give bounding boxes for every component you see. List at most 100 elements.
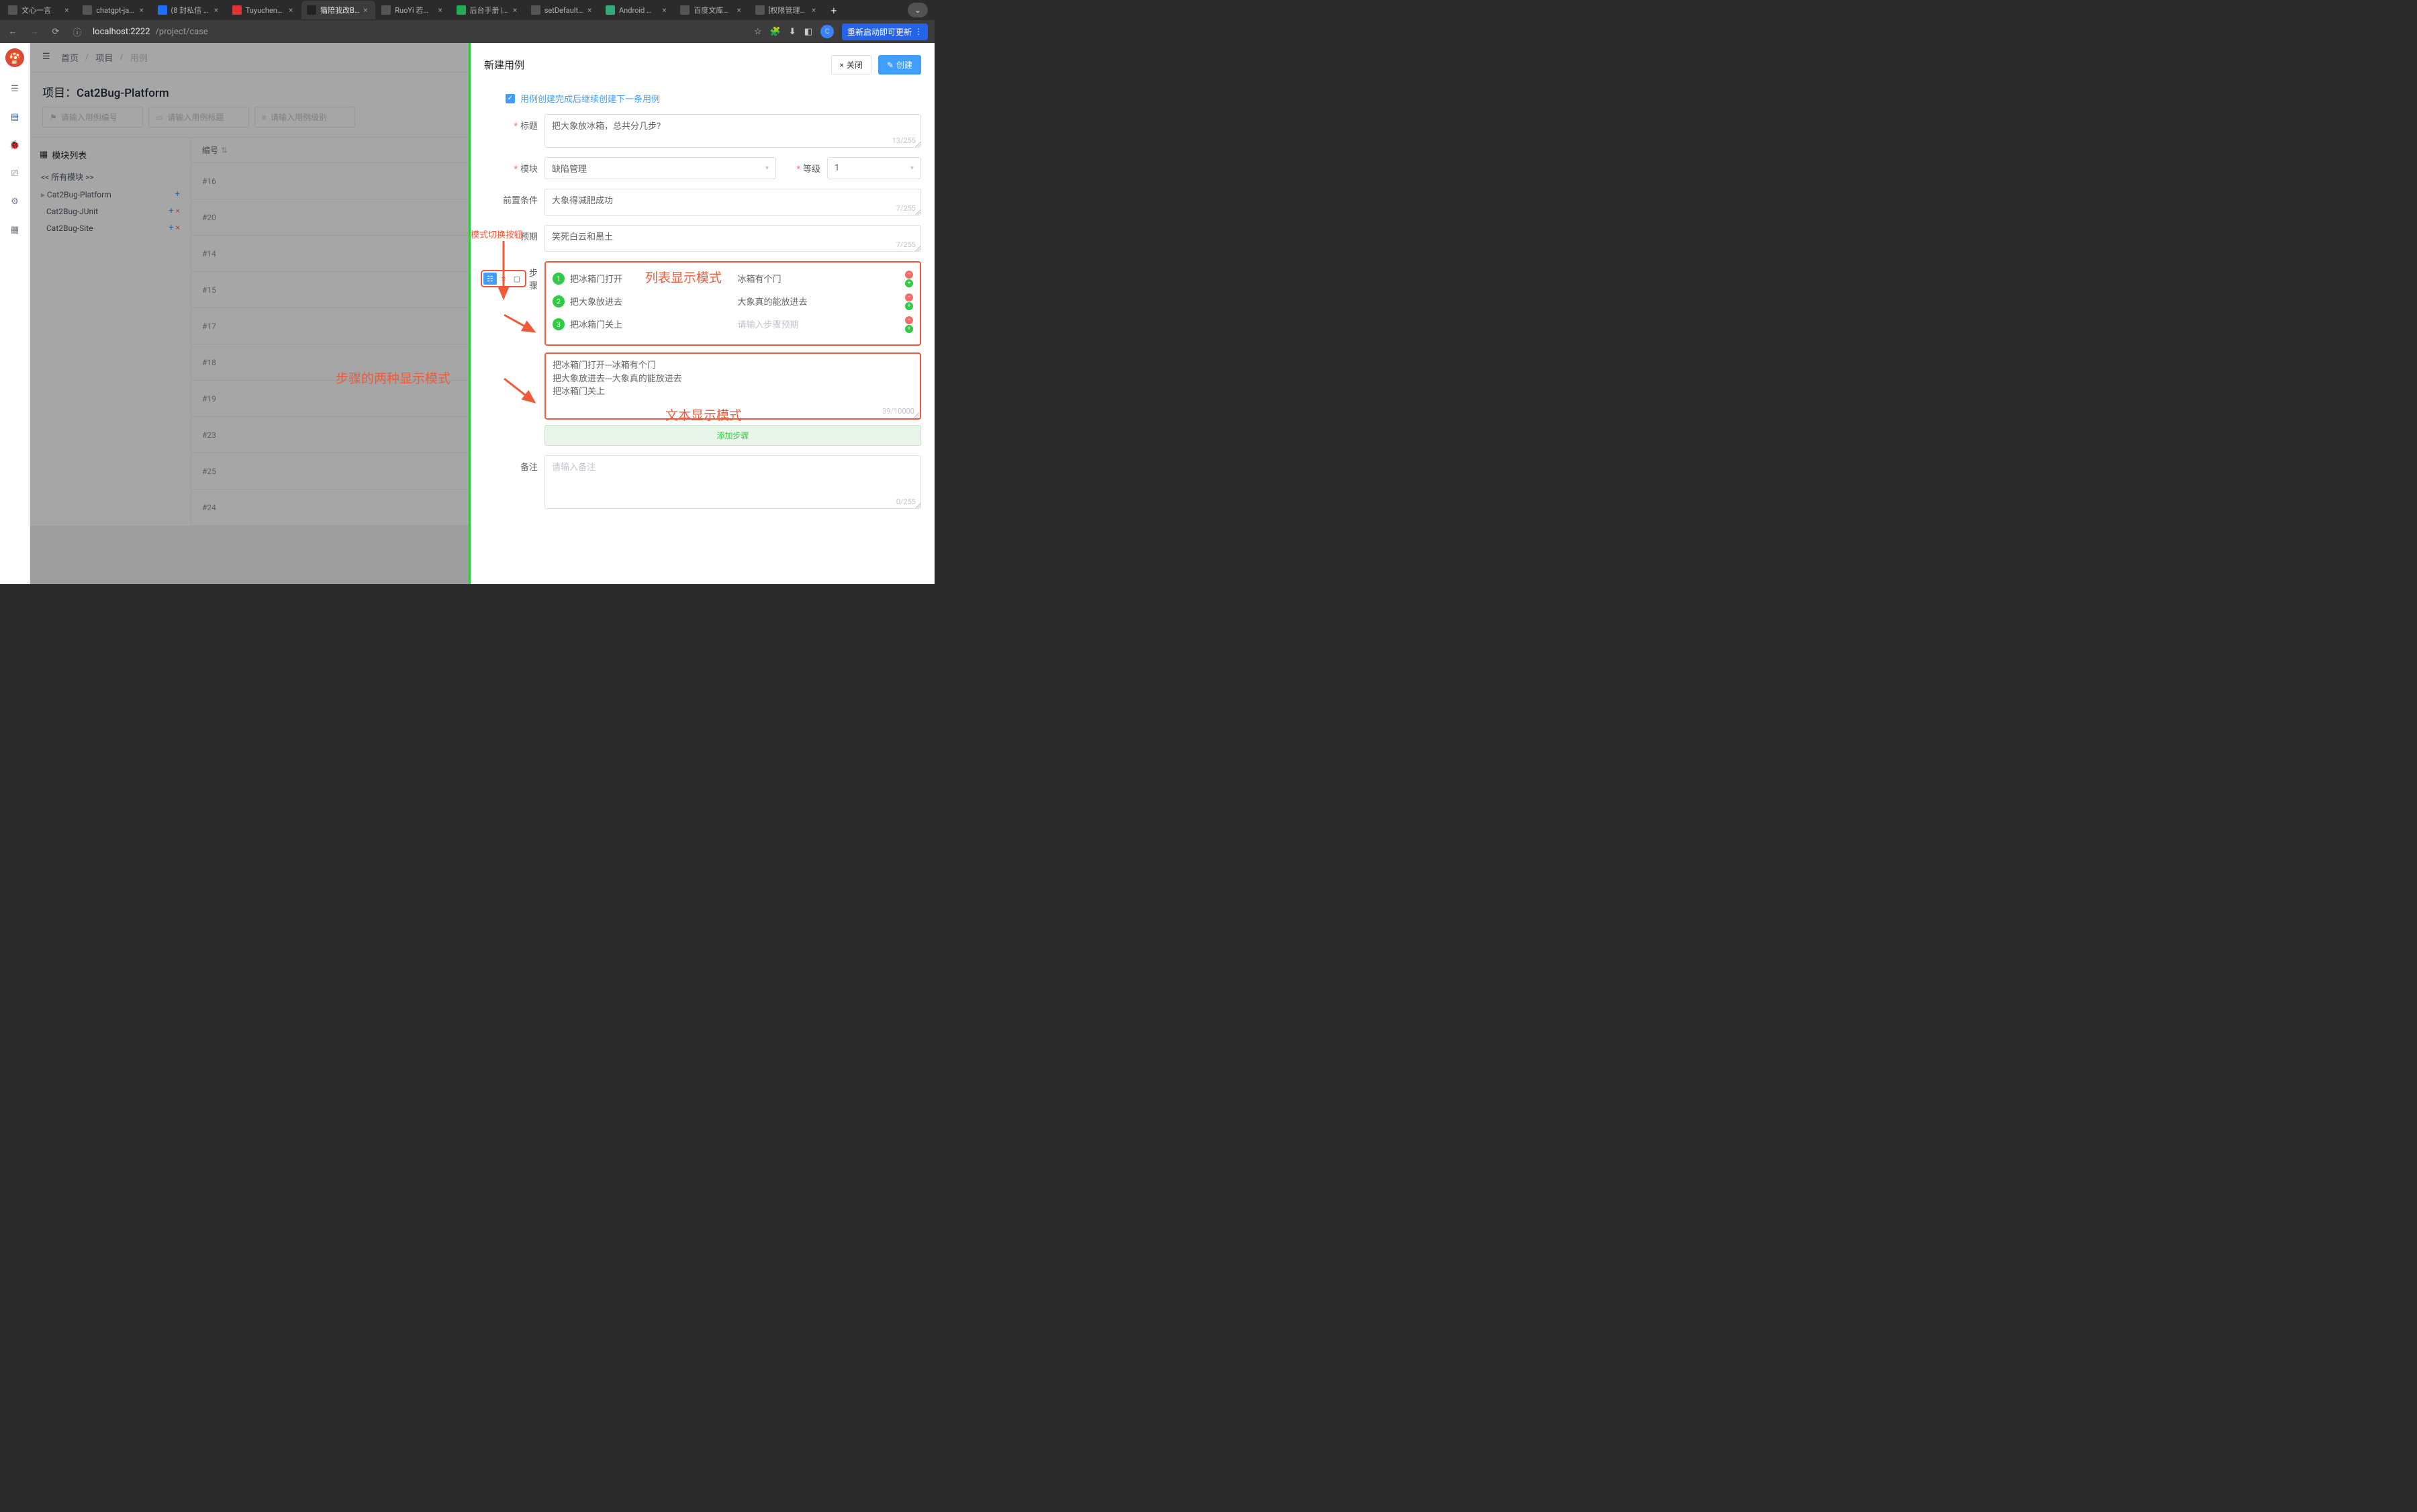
step-expect-input[interactable]: 请输入步骤预期: [738, 315, 900, 334]
step-delete-icon[interactable]: −: [905, 316, 913, 324]
label-steps: ☷ ≡ ▢ 步骤: [484, 261, 538, 291]
label-remark: 备注: [484, 455, 538, 473]
level-select[interactable]: 1▾: [827, 157, 921, 179]
module-icon[interactable]: ⎚: [8, 167, 21, 180]
close-icon[interactable]: ×: [140, 5, 146, 15]
address-bar: ← → ⟳ ⓘ localhost:2222/project/case ☆ 🧩 …: [0, 20, 935, 43]
new-tab-button[interactable]: +: [824, 1, 843, 19]
forward-icon[interactable]: →: [28, 26, 40, 37]
label-expect: 预期: [484, 225, 538, 242]
browser-tab[interactable]: setDefaultLoc×: [526, 1, 600, 19]
step-row: 1 把冰箱门打开冰箱有个门−+: [553, 269, 913, 288]
resize-handle[interactable]: [915, 142, 920, 147]
mode-toggle[interactable]: ☷ ≡ ▢: [481, 270, 526, 287]
step-number: 2: [553, 295, 565, 308]
bug-icon[interactable]: 🐞: [8, 138, 21, 152]
precondition-input[interactable]: 大象得减肥成功: [544, 189, 921, 216]
char-counter: 0/255: [896, 498, 916, 506]
char-counter: 7/255: [896, 240, 916, 249]
gear-icon[interactable]: ⚙: [8, 195, 21, 208]
close-icon: ×: [840, 60, 844, 70]
step-delete-icon[interactable]: −: [905, 271, 913, 279]
close-icon[interactable]: ×: [214, 5, 221, 15]
create-button[interactable]: ✎创建: [878, 55, 921, 75]
close-icon[interactable]: ×: [513, 5, 520, 15]
close-icon[interactable]: ×: [662, 5, 669, 15]
browser-tab[interactable]: chatgpt-java-×: [77, 1, 151, 19]
browser-tab[interactable]: 后台手册 | Ruo×: [451, 1, 525, 19]
close-icon[interactable]: ×: [587, 5, 594, 15]
close-icon[interactable]: ×: [363, 5, 370, 15]
reload-icon[interactable]: ⟳: [50, 27, 62, 37]
profile-avatar[interactable]: C: [820, 25, 834, 38]
report-icon[interactable]: ▦: [8, 223, 21, 236]
browser-tab[interactable]: 文心一言×: [3, 1, 77, 19]
update-button[interactable]: 重新启动即可更新 ⋮: [842, 23, 928, 40]
browser-tab[interactable]: 百度文库搜索×: [675, 1, 749, 19]
app-logo[interactable]: 🍄: [5, 48, 24, 67]
module-select[interactable]: 缺陷管理▾: [544, 157, 776, 179]
extensions-icon[interactable]: 🧩: [770, 27, 781, 37]
char-counter: 13/255: [892, 136, 916, 145]
close-icon[interactable]: ×: [64, 5, 71, 15]
back-icon[interactable]: ←: [7, 26, 19, 37]
title-input[interactable]: 把大象放冰箱，总共分几步?: [544, 114, 921, 148]
browser-tab[interactable]: (8 封私信 / 2 条×: [152, 1, 226, 19]
remark-input[interactable]: 请输入备注: [544, 455, 921, 509]
close-button[interactable]: ×关闭: [831, 55, 871, 75]
label-title: 标题: [484, 114, 538, 132]
drawer-new-case: 新建用例 ×关闭 ✎创建 ✓ 用例创建完成后继续创建下一条用例 标题 把大象放冰…: [469, 43, 935, 584]
list-mode-icon[interactable]: ☷: [483, 273, 497, 285]
left-rail: 🍄 ☰ ▤ 🐞 ⎚ ⚙ ▦: [0, 43, 30, 584]
step-action-input[interactable]: 把大象放进去: [570, 292, 732, 311]
browser-tab[interactable]: [权限管理系统×: [750, 1, 824, 19]
label-precondition: 前置条件: [484, 189, 538, 206]
step-number: 1: [553, 273, 565, 285]
resize-handle[interactable]: [915, 503, 920, 508]
label-module: 模块: [484, 157, 538, 175]
close-icon[interactable]: ×: [438, 5, 445, 15]
char-counter: 7/255: [896, 204, 916, 213]
cases-icon[interactable]: ▤: [8, 110, 21, 124]
step-add-icon[interactable]: +: [905, 279, 913, 287]
steps-list-mode: 1把冰箱门打开冰箱有个门−+2把大象放进去大象真的能放进去−+3把冰箱门关上请输…: [544, 261, 921, 346]
step-action-input[interactable]: 把冰箱门打开: [570, 269, 732, 288]
chevron-down-icon[interactable]: ⌄: [908, 3, 928, 17]
browser-tab[interactable]: RuoYi 若依官方×: [376, 1, 450, 19]
char-counter: 39/10000: [882, 407, 914, 416]
add-step-button[interactable]: 添加步骤: [544, 425, 921, 446]
text-mode-icon[interactable]: ≡: [497, 273, 510, 285]
step-add-icon[interactable]: +: [905, 325, 913, 333]
browser-tabbar: 文心一言× chatgpt-java-× (8 封私信 / 2 条× Tuyuc…: [0, 0, 935, 20]
resize-handle[interactable]: [915, 209, 920, 215]
drawer-title: 新建用例: [484, 58, 524, 72]
sidepanel-icon[interactable]: ◧: [804, 27, 812, 37]
step-row: 3 把冰箱门关上请输入步骤预期−+: [553, 315, 913, 334]
resize-handle[interactable]: [915, 246, 920, 251]
continue-checkbox[interactable]: ✓: [506, 94, 515, 103]
close-icon[interactable]: ×: [737, 5, 744, 15]
steps-text-mode[interactable]: 把冰箱门打开---冰箱有个门 把大象放进去---大象真的能放进去 把冰箱门关上 …: [544, 352, 921, 420]
info-icon[interactable]: ⓘ: [71, 26, 83, 38]
chevron-down-icon: ▾: [910, 164, 914, 172]
step-expect-input[interactable]: 冰箱有个门: [738, 269, 900, 288]
step-number: 3: [553, 318, 565, 330]
download-icon[interactable]: ⬇: [789, 27, 796, 37]
step-expect-input[interactable]: 大象真的能放进去: [738, 292, 900, 311]
resize-handle[interactable]: [914, 412, 919, 418]
browser-tab[interactable]: Android 国际化×: [600, 1, 674, 19]
list-icon[interactable]: ☰: [8, 82, 21, 95]
check-icon: ✎: [887, 60, 894, 70]
browser-tab[interactable]: Tuyucheng (tu×: [227, 1, 301, 19]
star-icon[interactable]: ☆: [754, 27, 762, 37]
expect-input[interactable]: 笑死白云和黑土: [544, 225, 921, 252]
step-add-icon[interactable]: +: [905, 302, 913, 310]
browser-tab-active[interactable]: 猫陪我改BUG×: [301, 1, 375, 19]
close-icon[interactable]: ×: [289, 5, 295, 15]
url-input[interactable]: localhost:2222/project/case: [93, 27, 745, 37]
third-mode-icon[interactable]: ▢: [510, 273, 524, 285]
step-action-input[interactable]: 把冰箱门关上: [570, 315, 732, 334]
close-icon[interactable]: ×: [812, 5, 818, 15]
step-delete-icon[interactable]: −: [905, 293, 913, 301]
continue-label: 用例创建完成后继续创建下一条用例: [520, 92, 660, 105]
